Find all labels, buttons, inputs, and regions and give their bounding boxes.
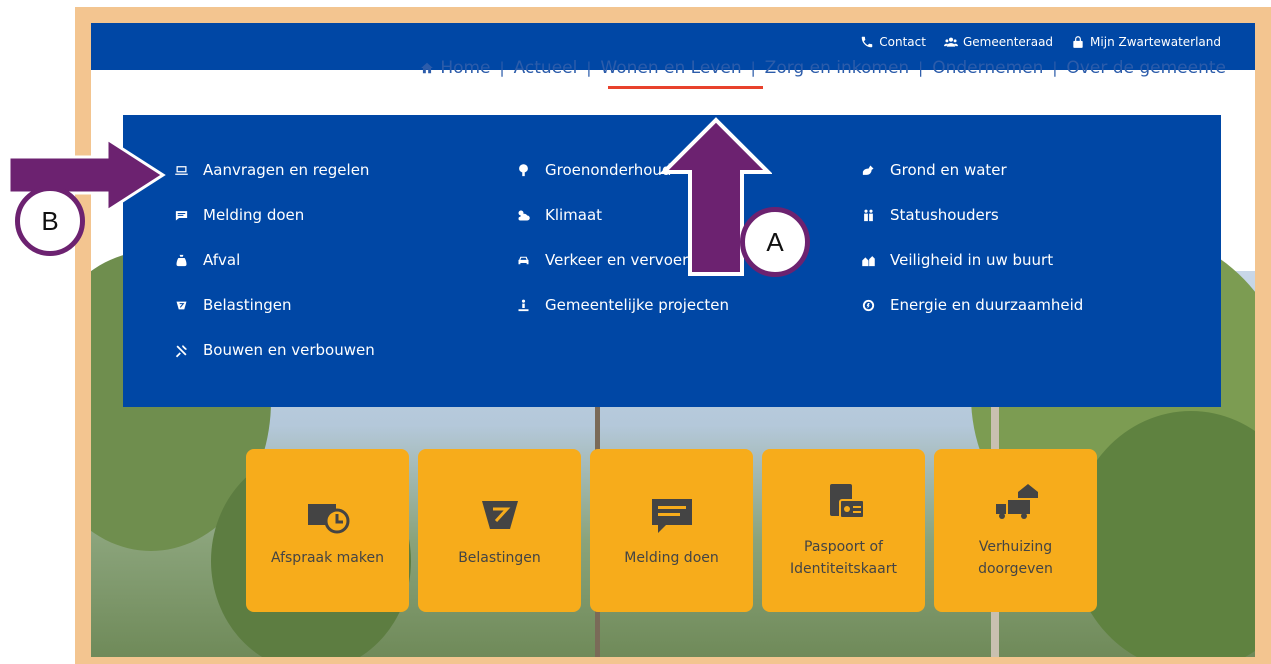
laptop-icon bbox=[173, 162, 189, 178]
annotation-badge-label: A bbox=[766, 226, 784, 257]
nav-label: Ondernemen bbox=[932, 58, 1044, 78]
id-card-icon bbox=[829, 483, 865, 519]
menu-item-label: Statushouders bbox=[890, 206, 999, 224]
tile-label: Afspraak maken bbox=[271, 549, 384, 566]
neighborhood-icon bbox=[860, 252, 876, 268]
water-icon bbox=[860, 162, 876, 178]
utility-link-contact[interactable]: Contact bbox=[860, 35, 926, 49]
bag-icon bbox=[173, 252, 189, 268]
menu-item-label: Melding doen bbox=[203, 206, 305, 224]
tile-belastingen[interactable]: Belastingen bbox=[418, 449, 581, 612]
nav-wonen-en-leven[interactable]: Wonen en Leven bbox=[600, 58, 741, 78]
menu-item-belastingen[interactable]: Belastingen bbox=[173, 296, 292, 314]
menu-item-label: Veiligheid in uw buurt bbox=[890, 251, 1054, 269]
nav-ondernemen[interactable]: Ondernemen bbox=[932, 58, 1043, 78]
menu-item-label: Klimaat bbox=[545, 206, 603, 224]
calendar-clock-icon bbox=[307, 498, 349, 533]
utility-link-mijn-zwartewaterland[interactable]: Mijn Zwartewaterland bbox=[1071, 35, 1221, 49]
tile-label: Melding doen bbox=[624, 549, 719, 566]
tile-verhuizing-doorgeven[interactable]: Verhuizing doorgeven bbox=[934, 449, 1097, 612]
tile-afspraak-maken[interactable]: Afspraak maken bbox=[246, 449, 409, 612]
nav-zorg-en-inkomen[interactable]: Zorg en inkomen bbox=[765, 58, 910, 78]
home-icon bbox=[421, 62, 434, 74]
tree-icon bbox=[515, 162, 531, 178]
person-flag-icon bbox=[515, 297, 531, 313]
menu-item-label: Afval bbox=[203, 251, 241, 269]
tile-label: Belastingen bbox=[458, 549, 541, 566]
utility-link-label: Gemeenteraad bbox=[962, 35, 1054, 49]
tile-paspoort-of-identiteitskaart[interactable]: Paspoort of Identiteitskaart bbox=[762, 449, 925, 612]
menu-item-label: Belastingen bbox=[203, 296, 292, 314]
menu-item-afval[interactable]: Afval bbox=[173, 251, 240, 269]
menu-item-label: Groenonderhoud bbox=[545, 161, 672, 179]
menu-item-melding-doen[interactable]: Melding doen bbox=[173, 206, 304, 224]
menu-item-label: Gemeentelijke projecten bbox=[545, 296, 729, 314]
nav-label: Actueel bbox=[513, 58, 578, 78]
utility-link-gemeenteraad[interactable]: Gemeenteraad bbox=[943, 35, 1054, 49]
nav-label: Zorg en inkomen bbox=[764, 58, 910, 78]
menu-item-label: Aanvragen en regelen bbox=[203, 161, 370, 179]
menu-item-label: Energie en duurzaamheid bbox=[890, 296, 1084, 314]
menu-item-aanvragen-en-regelen[interactable]: Aanvragen en regelen bbox=[173, 161, 369, 179]
menu-item-bouwen-en-verbouwen[interactable]: Bouwen en verbouwen bbox=[173, 341, 375, 359]
nav-home[interactable]: Home bbox=[420, 58, 491, 78]
nav-separator: | bbox=[586, 59, 592, 77]
utility-nav: Contact Gemeenteraad Mijn Zwartewaterlan… bbox=[860, 35, 1221, 49]
menu-item-grond-en-water[interactable]: Grond en water bbox=[860, 161, 1007, 179]
message-icon bbox=[173, 207, 189, 223]
nav-label: Home bbox=[440, 58, 491, 78]
annotation-badge-b: B bbox=[15, 186, 85, 256]
tag-icon bbox=[173, 297, 189, 313]
menu-item-klimaat[interactable]: Klimaat bbox=[515, 206, 602, 224]
nav-over-de-gemeente[interactable]: Over de gemeente bbox=[1066, 58, 1226, 78]
nav-separator: | bbox=[1052, 59, 1058, 77]
nav-actueel[interactable]: Actueel bbox=[514, 58, 578, 78]
active-nav-underline bbox=[608, 86, 763, 89]
menu-item-energie-en-duurzaamheid[interactable]: Energie en duurzaamheid bbox=[860, 296, 1083, 314]
nav-label: Wonen en Leven bbox=[600, 58, 742, 78]
tile-melding-doen[interactable]: Melding doen bbox=[590, 449, 753, 612]
car-icon bbox=[515, 252, 531, 268]
menu-item-label: Grond en water bbox=[890, 161, 1007, 179]
annotation-badge-a: A bbox=[740, 207, 810, 277]
tile-label: Verhuizing doorgeven bbox=[978, 538, 1053, 577]
tile-label: Paspoort of Identiteitskaart bbox=[790, 538, 897, 577]
menu-item-veiligheid-in-uw-buurt[interactable]: Veiligheid in uw buurt bbox=[860, 251, 1053, 269]
menu-item-groenonderhoud[interactable]: Groenonderhoud bbox=[515, 161, 671, 179]
nav-separator: | bbox=[499, 59, 505, 77]
energy-icon bbox=[860, 297, 876, 313]
annotation-badge-label: B bbox=[41, 205, 59, 236]
tag-icon bbox=[481, 500, 518, 529]
main-navigation: Home | Actueel | Wonen en Leven | Zorg e… bbox=[420, 58, 1226, 78]
utility-link-label: Contact bbox=[879, 35, 926, 49]
tools-icon bbox=[173, 342, 189, 358]
nav-separator: | bbox=[918, 59, 924, 77]
menu-item-label: Bouwen en verbouwen bbox=[203, 341, 375, 359]
phone-icon bbox=[862, 36, 873, 48]
lock-icon bbox=[1073, 36, 1083, 48]
family-icon bbox=[860, 207, 876, 223]
nav-separator: | bbox=[750, 59, 756, 77]
nav-label: Over de gemeente bbox=[1066, 58, 1226, 78]
people-icon bbox=[943, 37, 958, 47]
moving-truck-icon bbox=[995, 483, 1038, 519]
chat-icon bbox=[651, 498, 692, 533]
utility-link-label: Mijn Zwartewaterland bbox=[1090, 35, 1221, 49]
cloud-sun-icon bbox=[515, 207, 531, 223]
menu-item-gemeentelijke-projecten[interactable]: Gemeentelijke projecten bbox=[515, 296, 729, 314]
menu-item-statushouders[interactable]: Statushouders bbox=[860, 206, 999, 224]
